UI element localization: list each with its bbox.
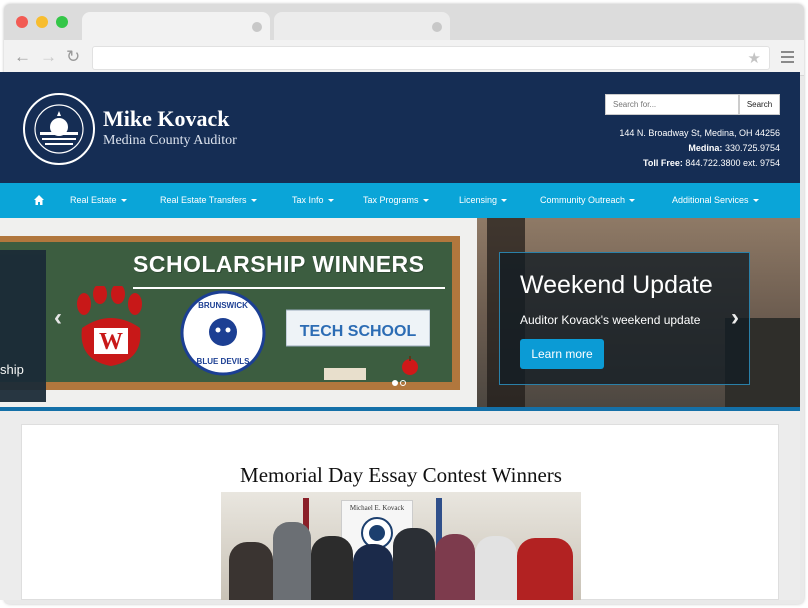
reload-icon[interactable]: ↻ xyxy=(66,48,80,66)
site-title[interactable]: Mike Kovack xyxy=(103,106,230,132)
minimize-window-button[interactable] xyxy=(36,16,48,28)
medina-label: Medina: xyxy=(688,143,723,153)
site-subtitle: Medina County Auditor xyxy=(103,133,237,148)
home-icon[interactable] xyxy=(33,194,45,206)
nav-item-real-estate[interactable]: Real Estate xyxy=(70,195,127,205)
nav-item-tax-info[interactable]: Tax Info xyxy=(292,195,334,205)
main-navigation: Real Estate Real Estate Transfers Tax In… xyxy=(0,183,800,218)
medina-phone[interactable]: 330.725.9754 xyxy=(725,143,780,153)
svg-text:BRUNSWICK: BRUNSWICK xyxy=(198,301,248,310)
caret-down-icon xyxy=(501,199,508,203)
caret-down-icon xyxy=(629,199,636,203)
tollfree-label: Toll Free: xyxy=(643,158,683,168)
browser-toolbar: ← → ↻ ★ xyxy=(4,40,804,76)
forward-arrow-icon[interactable]: → xyxy=(40,48,57,66)
partial-caption-text: ship xyxy=(0,362,24,377)
carousel-indicators xyxy=(392,373,408,391)
browser-tab[interactable] xyxy=(274,12,450,42)
maximize-window-button[interactable] xyxy=(56,16,68,28)
tech-school-logo: TECH SCHOOL xyxy=(286,309,430,347)
tollfree-phone[interactable]: 844.722.3800 ext. 9754 xyxy=(685,158,780,168)
svg-text:TECH SCHOOL: TECH SCHOOL xyxy=(300,323,417,340)
tab-close-icon[interactable] xyxy=(252,22,262,32)
carousel-prev-icon[interactable]: ‹ xyxy=(54,304,62,332)
back-arrow-icon[interactable]: ← xyxy=(14,48,31,66)
slide-subtitle: Auditor Kovack's weekend update xyxy=(520,313,701,327)
previous-slide-caption: ship xyxy=(0,250,46,402)
carousel-indicator[interactable] xyxy=(392,380,398,386)
nav-item-community-outreach[interactable]: Community Outreach xyxy=(540,195,636,205)
nav-item-additional-services[interactable]: Additional Services xyxy=(672,195,759,205)
browser-menu-icon[interactable] xyxy=(781,51,794,63)
caret-down-icon xyxy=(327,199,334,203)
group-of-people xyxy=(229,522,573,600)
site-header: Mike Kovack Medina County Auditor Search… xyxy=(0,72,800,184)
medina-phone-line: Medina: 330.725.9754 xyxy=(688,143,780,153)
search-input[interactable] xyxy=(605,94,739,115)
tab-close-icon[interactable] xyxy=(432,22,442,32)
slide-title: Weekend Update xyxy=(520,271,713,299)
banner-text: Michael E. Kovack xyxy=(349,504,405,512)
scholarship-title: SCHOLARSHIP WINNERS xyxy=(133,251,425,277)
nav-item-tax-programs[interactable]: Tax Programs xyxy=(363,195,429,205)
feature-title: Memorial Day Essay Contest Winners xyxy=(221,458,581,492)
bear-paw-logo: W xyxy=(77,286,142,366)
browser-tab-bar xyxy=(4,4,804,42)
nav-item-real-estate-transfers[interactable]: Real Estate Transfers xyxy=(160,195,257,205)
tollfree-phone-line: Toll Free: 844.722.3800 ext. 9754 xyxy=(643,158,780,168)
caret-down-icon xyxy=(250,199,257,203)
caret-down-icon xyxy=(422,199,429,203)
carousel-next-icon[interactable]: › xyxy=(731,304,739,332)
svg-text:BLUE DEVILS: BLUE DEVILS xyxy=(197,357,251,366)
learn-more-button[interactable]: Learn more xyxy=(520,339,604,369)
address-bar[interactable]: ★ xyxy=(92,46,770,70)
chalk-eraser xyxy=(324,368,366,380)
brunswick-blue-devils-logo: BRUNSWICK BLUE DEVILS xyxy=(180,290,266,376)
feature-image-memorial-day[interactable]: Memorial Day Essay Contest Winners Micha… xyxy=(221,458,581,600)
carousel-indicator[interactable] xyxy=(400,380,406,386)
svg-text:W: W xyxy=(99,329,123,355)
address-text: 144 N. Broadway St, Medina, OH 44256 xyxy=(619,128,780,138)
caret-down-icon xyxy=(120,199,127,203)
nav-item-licensing[interactable]: Licensing xyxy=(459,195,508,205)
close-window-button[interactable] xyxy=(16,16,28,28)
hero-carousel: SCHOLARSHIP WINNERS W BRUNSWICK BLUE DEV… xyxy=(0,218,800,410)
carousel-caption-box: Weekend Update Auditor Kovack's weekend … xyxy=(499,252,750,385)
caret-down-icon xyxy=(752,199,759,203)
county-seal-icon[interactable] xyxy=(22,92,96,166)
bookmark-star-icon[interactable]: ★ xyxy=(748,49,761,67)
search-button[interactable]: Search xyxy=(739,94,780,115)
browser-tab-active[interactable] xyxy=(82,12,270,42)
